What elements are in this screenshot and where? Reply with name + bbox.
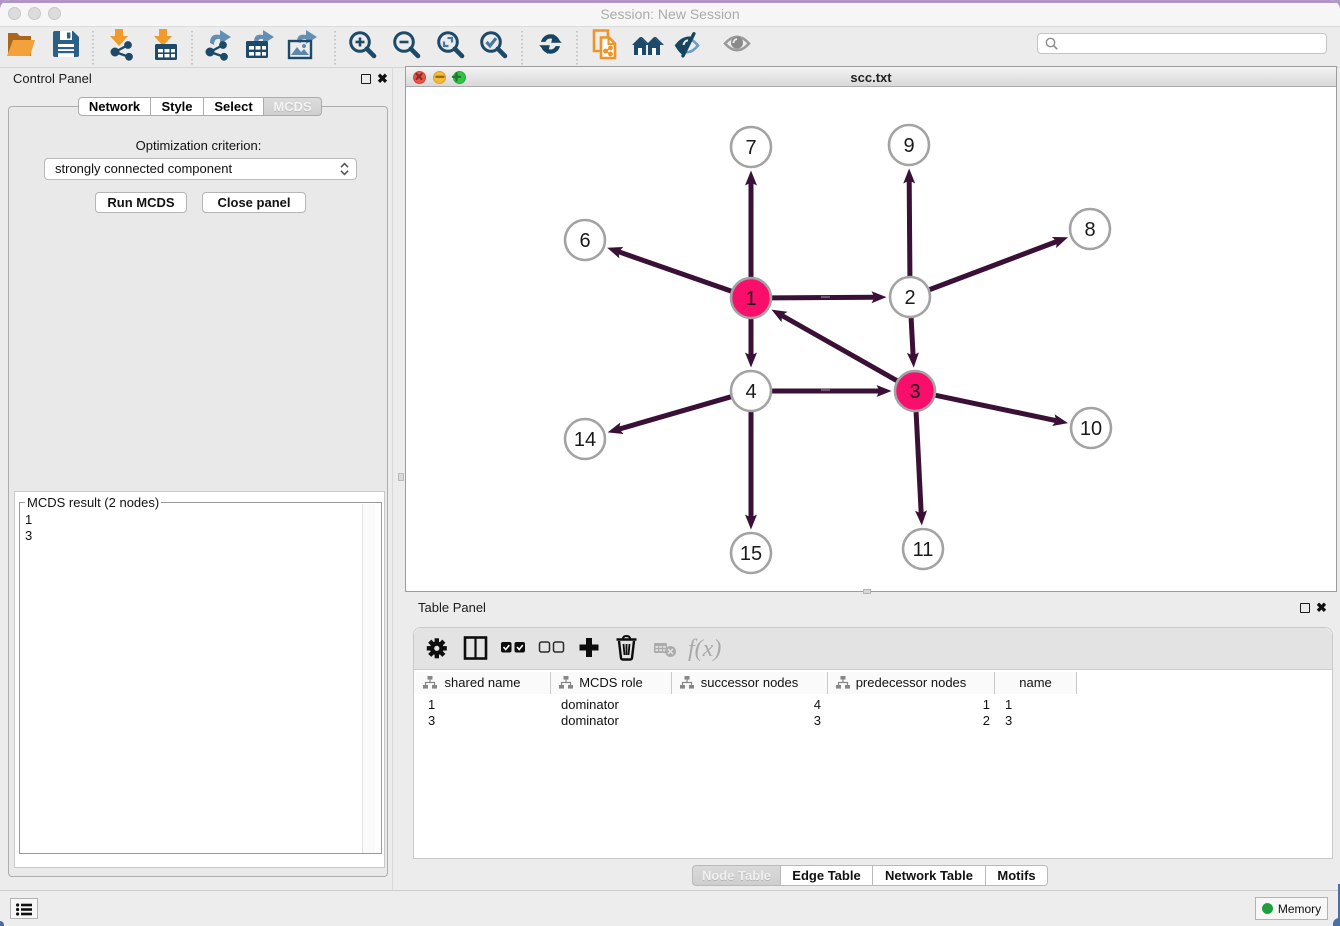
svg-text:11: 11: [913, 539, 934, 561]
svg-text:7: 7: [745, 137, 756, 159]
svg-text:8: 8: [1084, 219, 1095, 241]
svg-text:4: 4: [745, 381, 756, 403]
svg-text:1: 1: [745, 288, 756, 310]
svg-text:2: 2: [904, 287, 915, 309]
svg-text:10: 10: [1080, 418, 1102, 440]
svg-text:9: 9: [903, 135, 914, 157]
svg-text:f(x): f(x): [688, 636, 721, 662]
svg-text:3: 3: [909, 381, 920, 403]
svg-text:15: 15: [740, 543, 762, 565]
svg-text:6: 6: [579, 230, 590, 252]
svg-text:14: 14: [574, 429, 596, 451]
